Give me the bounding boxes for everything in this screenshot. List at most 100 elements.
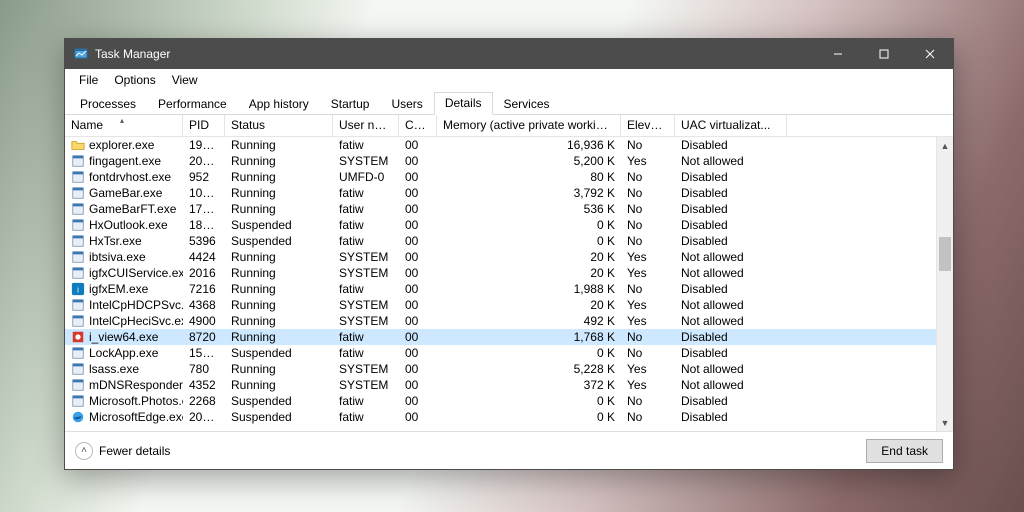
process-name: i_view64.exe <box>89 330 158 344</box>
vertical-scrollbar[interactable]: ▲ ▼ <box>936 137 953 431</box>
cell-status: Suspended <box>225 218 333 232</box>
menu-view[interactable]: View <box>164 71 206 89</box>
tab-startup[interactable]: Startup <box>320 93 381 115</box>
cell-uac: Disabled <box>675 202 787 216</box>
cell-status: Suspended <box>225 234 333 248</box>
process-icon <box>71 346 85 360</box>
header-memory[interactable]: Memory (active private working set) <box>437 115 621 136</box>
cell-user: fatiw <box>333 186 399 200</box>
cell-cpu: 00 <box>399 298 437 312</box>
cell-elevated: No <box>621 218 675 232</box>
cell-status: Suspended <box>225 346 333 360</box>
cell-status: Running <box>225 202 333 216</box>
process-name: HxOutlook.exe <box>89 218 168 232</box>
cell-uac: Disabled <box>675 330 787 344</box>
cell-cpu: 00 <box>399 218 437 232</box>
header-pid[interactable]: PID <box>183 115 225 136</box>
cell-elevated: Yes <box>621 378 675 392</box>
cell-memory: 0 K <box>437 234 621 248</box>
cell-uac: Disabled <box>675 282 787 296</box>
process-icon <box>71 330 85 344</box>
fewer-details-toggle[interactable]: ˄ Fewer details <box>75 442 170 460</box>
cell-user: SYSTEM <box>333 250 399 264</box>
cell-pid: 4352 <box>183 378 225 392</box>
cell-pid: 18932 <box>183 218 225 232</box>
maximize-button[interactable] <box>861 39 907 69</box>
cell-status: Suspended <box>225 410 333 424</box>
tab-services[interactable]: Services <box>493 93 561 115</box>
header-elevated[interactable]: Elevated <box>621 115 675 136</box>
window-title: Task Manager <box>95 47 170 61</box>
scroll-up-icon[interactable]: ▲ <box>937 137 953 154</box>
cell-user: fatiw <box>333 138 399 152</box>
cell-user: UMFD-0 <box>333 170 399 184</box>
header-status[interactable]: Status <box>225 115 333 136</box>
cell-status: Running <box>225 282 333 296</box>
tab-performance[interactable]: Performance <box>147 93 238 115</box>
minimize-button[interactable] <box>815 39 861 69</box>
cell-memory: 0 K <box>437 218 621 232</box>
table-row[interactable]: iigfxEM.exe7216Runningfatiw001,988 KNoDi… <box>65 281 953 297</box>
tab-details[interactable]: Details <box>434 92 493 115</box>
cell-user: fatiw <box>333 218 399 232</box>
table-row[interactable]: IntelCpHeciSvc.exe4900RunningSYSTEM00492… <box>65 313 953 329</box>
tab-users[interactable]: Users <box>380 93 433 115</box>
close-button[interactable] <box>907 39 953 69</box>
cell-cpu: 00 <box>399 378 437 392</box>
table-row[interactable]: ibtsiva.exe4424RunningSYSTEM0020 KYesNot… <box>65 249 953 265</box>
tab-app-history[interactable]: App history <box>238 93 320 115</box>
cell-uac: Disabled <box>675 138 787 152</box>
process-name: mDNSResponder.exe <box>89 378 183 392</box>
process-name: HxTsr.exe <box>89 234 142 248</box>
table-row[interactable]: HxOutlook.exe18932Suspendedfatiw000 KNoD… <box>65 217 953 233</box>
cell-cpu: 00 <box>399 282 437 296</box>
cell-user: SYSTEM <box>333 154 399 168</box>
cell-status: Running <box>225 170 333 184</box>
table-row[interactable]: IntelCpHDCPSvc.exe4368RunningSYSTEM0020 … <box>65 297 953 313</box>
cell-elevated: No <box>621 330 675 344</box>
process-icon <box>71 138 85 152</box>
titlebar[interactable]: Task Manager <box>65 39 953 69</box>
svg-text:i: i <box>77 286 79 295</box>
cell-status: Running <box>225 186 333 200</box>
header-uac[interactable]: UAC virtualizat... <box>675 115 787 136</box>
chevron-up-icon: ˄ <box>75 442 93 460</box>
table-row[interactable]: Microsoft.Photos.exe2268Suspendedfatiw00… <box>65 393 953 409</box>
process-name: explorer.exe <box>89 138 154 152</box>
table-row[interactable]: GameBarFT.exe17236Runningfatiw00536 KNoD… <box>65 201 953 217</box>
scroll-down-icon[interactable]: ▼ <box>937 414 953 431</box>
table-row[interactable]: explorer.exe19796Runningfatiw0016,936 KN… <box>65 137 953 153</box>
process-icon <box>71 298 85 312</box>
table-row[interactable]: GameBar.exe10800Runningfatiw003,792 KNoD… <box>65 185 953 201</box>
table-row[interactable]: LockApp.exe15976Suspendedfatiw000 KNoDis… <box>65 345 953 361</box>
process-icon <box>71 378 85 392</box>
end-task-button[interactable]: End task <box>866 439 943 463</box>
header-cpu[interactable]: CPU <box>399 115 437 136</box>
menu-options[interactable]: Options <box>106 71 163 89</box>
process-name: MicrosoftEdge.exe <box>89 410 183 424</box>
cell-cpu: 00 <box>399 234 437 248</box>
scroll-thumb[interactable] <box>939 237 951 271</box>
cell-user: fatiw <box>333 394 399 408</box>
table-row[interactable]: mDNSResponder.exe4352RunningSYSTEM00372 … <box>65 377 953 393</box>
cell-cpu: 00 <box>399 186 437 200</box>
sort-indicator-icon: ▴ <box>120 116 124 125</box>
cell-user: fatiw <box>333 330 399 344</box>
table-row[interactable]: fingagent.exe20412RunningSYSTEM005,200 K… <box>65 153 953 169</box>
table-row[interactable]: HxTsr.exe5396Suspendedfatiw000 KNoDisabl… <box>65 233 953 249</box>
process-name: fingagent.exe <box>89 154 161 168</box>
cell-cpu: 00 <box>399 266 437 280</box>
cell-cpu: 00 <box>399 250 437 264</box>
table-row[interactable]: MicrosoftEdge.exe20084Suspendedfatiw000 … <box>65 409 953 425</box>
table-row[interactable]: i_view64.exe8720Runningfatiw001,768 KNoD… <box>65 329 953 345</box>
table-row[interactable]: lsass.exe780RunningSYSTEM005,228 KYesNot… <box>65 361 953 377</box>
table-row[interactable]: igfxCUIService.exe2016RunningSYSTEM0020 … <box>65 265 953 281</box>
header-user[interactable]: User name <box>333 115 399 136</box>
cell-pid: 20084 <box>183 410 225 424</box>
process-name: lsass.exe <box>89 362 139 376</box>
table-row[interactable]: fontdrvhost.exe952RunningUMFD-00080 KNoD… <box>65 169 953 185</box>
cell-status: Running <box>225 330 333 344</box>
cell-user: fatiw <box>333 410 399 424</box>
menu-file[interactable]: File <box>71 71 106 89</box>
tab-processes[interactable]: Processes <box>69 93 147 115</box>
